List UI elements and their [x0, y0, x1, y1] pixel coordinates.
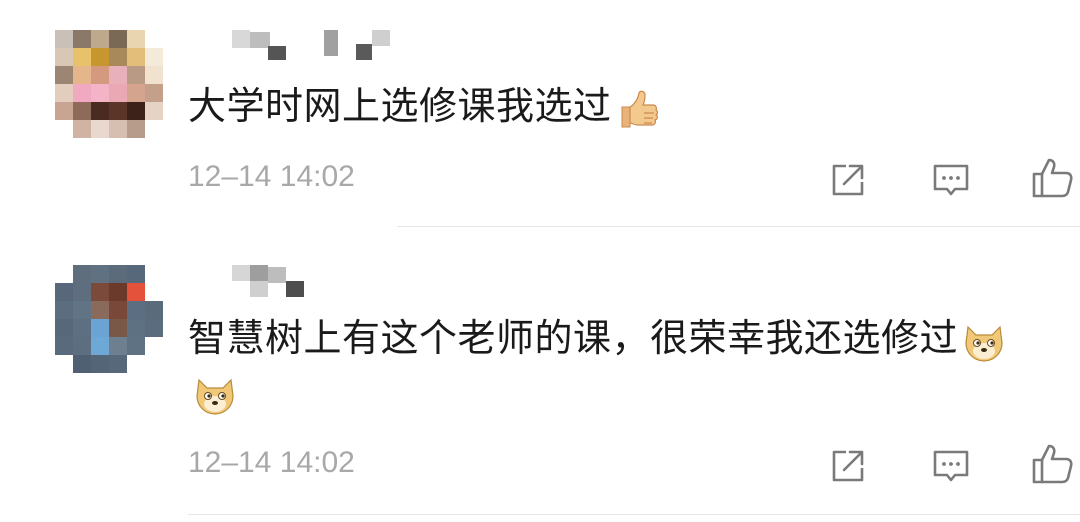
comment-text-content: 智慧树上有这个老师的课，很荣幸我还选修过: [188, 316, 959, 360]
reply-button[interactable]: [929, 444, 973, 488]
comment-timestamp: 12–14 14:02: [188, 160, 355, 193]
username-redacted[interactable]: [232, 265, 402, 297]
like-icon: [1032, 444, 1073, 484]
share-button[interactable]: [826, 444, 870, 488]
comment-divider: [397, 226, 1080, 227]
share-icon: [832, 450, 864, 482]
reply-button[interactable]: [929, 158, 973, 202]
comment-item: 大学时网上选修课我选过 12–14 14:02: [0, 0, 1080, 228]
comment-timestamp: 12–14 14:02: [188, 446, 355, 479]
thumbs-up-emoji-icon: [621, 90, 658, 127]
comment-item: 智慧树上有这个老师的课，很荣幸我还选修过 12–14 14:02: [0, 228, 1080, 522]
doge-emoji-icon: [965, 325, 1003, 362]
like-button[interactable]: [1030, 442, 1074, 486]
like-icon: [1032, 158, 1073, 198]
username-redacted[interactable]: [232, 30, 402, 60]
comment-divider: [188, 514, 1080, 515]
doge-emoji-icon: [196, 378, 234, 415]
avatar[interactable]: [55, 30, 163, 138]
like-button[interactable]: [1030, 156, 1074, 200]
reply-icon: [933, 164, 969, 196]
comment-text-content: 大学时网上选修课我选过: [188, 84, 612, 128]
comment-feed: 大学时网上选修课我选过 12–14 14:02 智慧树上有这个老师的课，很荣幸我…: [0, 0, 1080, 522]
comment-text: 大学时网上选修课我选过: [188, 82, 660, 131]
reply-icon: [933, 450, 969, 482]
avatar[interactable]: [55, 265, 163, 373]
comment-text: 智慧树上有这个老师的课，很荣幸我还选修过: [188, 314, 1006, 363]
share-button[interactable]: [826, 158, 870, 202]
share-icon: [832, 164, 864, 196]
